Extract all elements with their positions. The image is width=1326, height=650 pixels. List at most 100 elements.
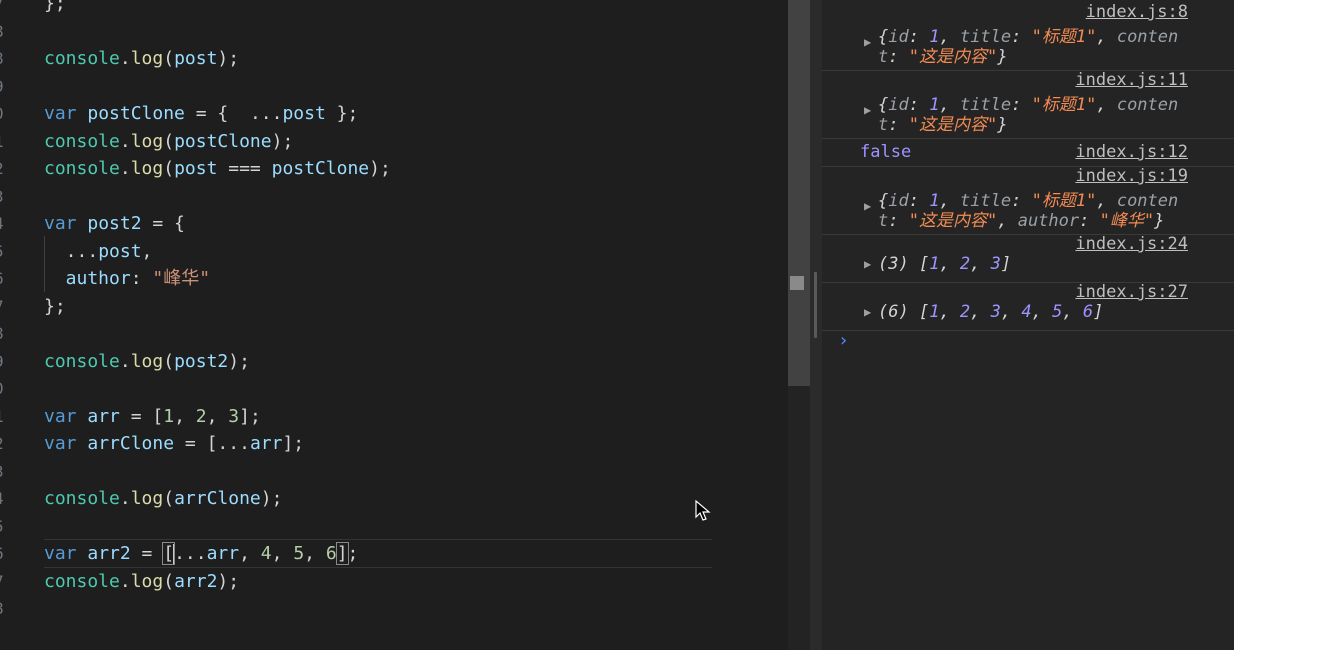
code-text: var arr = [1, 2, 3];	[44, 403, 261, 431]
code-token: arr2	[87, 543, 131, 564]
code-line[interactable]: 8	[0, 320, 788, 348]
console-message[interactable]: index.js:12 false	[822, 138, 1234, 167]
source-link[interactable]: index.js:12	[1075, 142, 1188, 162]
code-line[interactable]: 9	[0, 73, 788, 101]
code-text: ...post,	[44, 238, 153, 266]
value-token: author	[1017, 211, 1080, 231]
value-token: ,	[970, 302, 991, 322]
code-line[interactable]: 4 console.log(arrClone);	[0, 485, 788, 513]
code-token: (	[163, 350, 175, 372]
code-token: 6	[325, 543, 337, 564]
code-token: );	[369, 158, 391, 179]
pane-divider[interactable]	[790, 0, 822, 650]
code-line[interactable]: 1 console.log(postClone);	[0, 128, 788, 156]
code-text: console.log(arrClone);	[44, 485, 282, 513]
code-text: console.log(postClone);	[44, 128, 293, 156]
blank-area	[1234, 0, 1326, 650]
code-token: );	[228, 350, 250, 372]
code-token: 1	[163, 405, 175, 427]
code-token: ];	[282, 433, 305, 454]
code-line[interactable]: 2 var arrClone = [...arr];	[0, 430, 788, 458]
line-number: 3	[0, 458, 8, 486]
console-value: t: "这是内容"}	[878, 42, 1007, 67]
expand-triangle-icon[interactable]: ▶	[864, 103, 871, 117]
expand-triangle-icon[interactable]: ▶	[864, 199, 871, 213]
console-message[interactable]: index.js:8 ▶ {id: 1, title: "标题1", conten t…	[822, 2, 1234, 71]
code-token: arrClone	[87, 433, 175, 454]
console-message[interactable]: index.js:27 ▶ (6) [1, 2, 3, 4, 5, 6]	[822, 282, 1234, 331]
code-text: author: "峰华"	[44, 265, 210, 293]
value-token: :	[888, 47, 909, 67]
code-line[interactable]: 0 var postClone = { ...post };	[0, 100, 788, 128]
code-line[interactable]: 6var arr2 = [...arr, 4, 5, 6];	[0, 540, 788, 568]
code-line[interactable]: 2 console.log(post === postClone);	[0, 155, 788, 183]
code-token: = {	[141, 213, 185, 234]
code-line[interactable]: 0	[0, 375, 788, 403]
code-token: };	[325, 103, 359, 124]
value-token: 3	[990, 254, 1001, 274]
code-text: console.log(post === postClone);	[44, 155, 391, 183]
code-token: (	[163, 158, 175, 179]
code-editor[interactable]: 7};88console.log(post);90var postClone =…	[0, 0, 788, 650]
code-token: = {	[184, 103, 250, 124]
value-token: :	[1011, 27, 1032, 47]
divider-grip[interactable]	[814, 272, 817, 338]
code-line[interactable]: 4 var post2 = {	[0, 210, 788, 238]
code-line[interactable]: 8	[0, 18, 788, 46]
devtools-console[interactable]: index.js:8 ▶ {id: 1, title: "标题1", conten t…	[822, 0, 1234, 650]
value-token: :	[888, 211, 909, 231]
code-token: arr	[206, 543, 240, 564]
console-message[interactable]: index.js:11 ▶ {id: 1, title: "标题1", conten…	[822, 70, 1234, 139]
value-token: }	[1154, 211, 1165, 231]
code-token: console	[44, 158, 120, 179]
console-value: t: "这是内容", author: "峰华"}	[878, 206, 1164, 231]
console-prompt-icon[interactable]: ›	[838, 330, 849, 351]
code-line[interactable]: 6 author: "峰华"	[0, 265, 788, 293]
code-line[interactable]: 1var arr = [1, 2, 3];	[0, 403, 788, 431]
code-token: post2	[174, 350, 229, 372]
source-link[interactable]: index.js:24	[1075, 234, 1188, 254]
value-token: :	[1011, 95, 1032, 115]
value-token: (3) [	[878, 254, 930, 274]
code-token: console	[44, 570, 120, 592]
code-line[interactable]: 8	[0, 595, 788, 623]
source-link[interactable]: index.js:27	[1075, 282, 1188, 302]
value-token: :	[1079, 211, 1100, 231]
code-line[interactable]: 3	[0, 183, 788, 211]
line-number: 7	[0, 0, 8, 18]
code-line[interactable]: 8 console.log(post);	[0, 45, 788, 73]
line-number: 2	[0, 155, 8, 183]
code-line[interactable]: 7};	[0, 293, 788, 321]
code-token: post2	[87, 213, 142, 234]
source-link[interactable]: index.js:19	[1075, 166, 1188, 186]
line-number: 8	[0, 595, 8, 623]
code-token: .	[119, 158, 131, 179]
code-line[interactable]: 5 ...post,	[0, 238, 788, 266]
code-line[interactable]: 7};	[0, 0, 788, 18]
code-token: (	[163, 488, 175, 509]
console-message[interactable]: index.js:24 ▶ (3) [1, 2, 3]	[822, 234, 1234, 283]
code-token: .	[119, 48, 131, 69]
code-line[interactable]: 3	[0, 458, 788, 486]
line-number: 4	[0, 485, 8, 513]
editor-scrollbar-thumb[interactable]	[788, 0, 810, 386]
value-token: t	[878, 115, 889, 135]
code-token: console	[44, 488, 120, 509]
source-link[interactable]: index.js:11	[1075, 70, 1188, 90]
code-line[interactable]: 7 console.log(arr2);	[0, 568, 788, 596]
source-link[interactable]: index.js:8	[1086, 2, 1188, 22]
expand-triangle-icon[interactable]: ▶	[864, 305, 871, 319]
console-message[interactable]: index.js:19 ▶ {id: 1, title: "标题1", conten…	[822, 166, 1234, 235]
line-number: 9	[0, 73, 8, 101]
value-token: t	[878, 47, 889, 67]
code-line[interactable]: 5	[0, 513, 788, 541]
code-token: log	[130, 48, 164, 69]
expand-triangle-icon[interactable]: ▶	[864, 257, 871, 271]
expand-triangle-icon[interactable]: ▶	[864, 35, 871, 49]
code-token: .	[119, 488, 131, 509]
line-number: 7	[0, 568, 8, 596]
code-token: var	[44, 213, 88, 234]
code-token: );	[260, 488, 283, 509]
code-text: console.log(post);	[44, 45, 239, 73]
code-line[interactable]: 9 console.log(post2);	[0, 348, 788, 376]
